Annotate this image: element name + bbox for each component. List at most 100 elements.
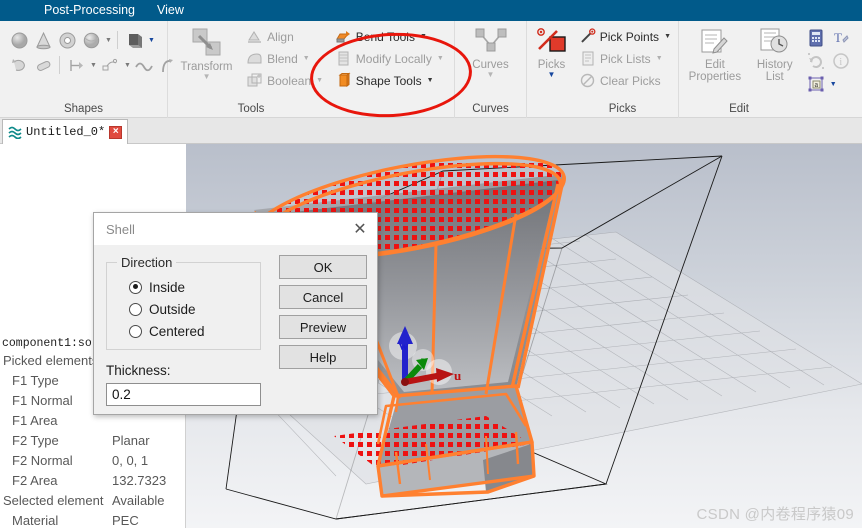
ribbon-group-title-curves: Curves bbox=[472, 103, 509, 115]
history-list-label: History List bbox=[756, 59, 793, 83]
picks-chevron-down-icon[interactable]: ▼ bbox=[548, 71, 556, 79]
radio-option-centered[interactable]: Centered bbox=[117, 320, 260, 342]
rotate-profile-icon[interactable] bbox=[99, 54, 121, 76]
modify-locally-label: Modify Locally bbox=[355, 51, 432, 66]
align-label: Align bbox=[267, 29, 294, 44]
property-value: 132.7323 bbox=[112, 473, 167, 488]
help-button[interactable]: Help bbox=[279, 345, 367, 369]
clear-picks-button[interactable]: Clear Picks bbox=[576, 70, 674, 91]
property-row: F2 Normal 0, 0, 1 bbox=[0, 451, 185, 471]
extrude-profile-chevron-down-icon[interactable]: ▼ bbox=[90, 62, 97, 69]
transform-chevron-down-icon[interactable]: ▼ bbox=[203, 73, 211, 81]
menu-bar: Post-Processing View bbox=[0, 0, 862, 21]
refresh-icon[interactable] bbox=[805, 50, 827, 72]
radio-centered-indicator[interactable] bbox=[129, 324, 142, 338]
dialog-button-column: OK Cancel Preview Help bbox=[279, 255, 367, 375]
blend-chevron-down-icon[interactable]: ▼ bbox=[303, 55, 310, 62]
divider bbox=[116, 31, 118, 49]
radio-option-inside[interactable]: Inside bbox=[117, 276, 260, 298]
cone-icon[interactable] bbox=[32, 29, 54, 51]
property-name: F2 Type bbox=[12, 433, 59, 448]
boolean-button[interactable]: Boolean ▼ bbox=[243, 70, 328, 91]
property-value: PEC bbox=[112, 513, 139, 528]
property-row: F2 Area 132.7323 bbox=[0, 471, 185, 491]
parameter-icon[interactable]: a bbox=[805, 73, 827, 95]
property-row: Material PEC bbox=[0, 511, 185, 528]
transform-icon bbox=[192, 28, 221, 56]
radio-inside-indicator[interactable] bbox=[129, 280, 142, 294]
bend-tools-icon bbox=[335, 31, 350, 43]
picks-button[interactable]: Picks ▼ bbox=[531, 24, 572, 79]
calculator-icon[interactable] bbox=[805, 27, 827, 49]
sphere-icon[interactable] bbox=[8, 29, 30, 51]
history-list-button[interactable]: History List bbox=[747, 24, 803, 83]
extrude-profile-icon[interactable] bbox=[65, 54, 87, 76]
ok-button[interactable]: OK bbox=[279, 255, 367, 279]
curves-icon bbox=[475, 28, 506, 52]
axis-label-v: v bbox=[421, 353, 427, 367]
modify-locally-chevron-down-icon[interactable]: ▼ bbox=[437, 55, 444, 62]
parameter-chevron-down-icon[interactable]: ▼ bbox=[830, 81, 837, 88]
boolean-icon bbox=[247, 73, 262, 87]
close-icon[interactable]: ✕ bbox=[347, 216, 373, 242]
shape-tools-button[interactable]: Shape Tools ▼ bbox=[332, 70, 450, 91]
shapes-row1-chevron-down-icon[interactable]: ▼ bbox=[105, 37, 112, 44]
modify-locally-icon bbox=[338, 51, 349, 66]
transform-button[interactable]: Transform ▼ bbox=[176, 24, 237, 81]
blend-button[interactable]: Blend ▼ bbox=[243, 48, 328, 69]
clear-picks-icon bbox=[580, 73, 595, 88]
ribbon-group-curves: Curves ▼ Curves bbox=[455, 21, 527, 118]
preview-button[interactable]: Preview bbox=[279, 315, 367, 339]
document-tab-bar: Untitled_0* × bbox=[0, 118, 862, 144]
extrude-icon[interactable] bbox=[123, 29, 145, 51]
property-name: F2 Area bbox=[12, 473, 58, 488]
svg-text:a: a bbox=[814, 80, 818, 89]
trace-icon[interactable] bbox=[133, 54, 155, 76]
curves-chevron-down-icon[interactable]: ▼ bbox=[487, 71, 495, 79]
edit-properties-label: Edit Properties bbox=[688, 59, 742, 83]
document-tab-untitled[interactable]: Untitled_0* × bbox=[2, 119, 129, 144]
pick-points-button[interactable]: Pick Points ▼ bbox=[576, 26, 674, 47]
blend-label: Blend bbox=[267, 51, 298, 66]
text-tool-icon[interactable]: T bbox=[830, 27, 852, 49]
direction-group: Direction Inside Outside Centered bbox=[106, 255, 261, 350]
curves-button[interactable]: Curves ▼ bbox=[460, 24, 522, 79]
rotate-shape-icon[interactable] bbox=[8, 54, 30, 76]
pick-lists-button[interactable]: Pick Lists ▼ bbox=[576, 48, 674, 69]
info-icon[interactable]: i bbox=[830, 50, 852, 72]
modify-locally-button[interactable]: Modify Locally ▼ bbox=[332, 48, 450, 69]
align-icon bbox=[248, 31, 262, 43]
radio-inside-label: Inside bbox=[149, 279, 186, 295]
bend-tools-chevron-down-icon[interactable]: ▼ bbox=[420, 33, 427, 40]
close-icon[interactable]: × bbox=[109, 125, 123, 139]
cancel-button[interactable]: Cancel bbox=[279, 285, 367, 309]
shell-dialog: Shell ✕ Direction Inside Outside Centere… bbox=[93, 212, 378, 415]
menu-tab-post-processing[interactable]: Post-Processing bbox=[33, 0, 146, 21]
property-row: F2 Type Planar bbox=[0, 431, 185, 451]
pick-points-chevron-down-icon[interactable]: ▼ bbox=[664, 33, 671, 40]
rotate-profile-chevron-down-icon[interactable]: ▼ bbox=[124, 62, 131, 69]
thickness-input[interactable] bbox=[106, 383, 261, 406]
bend-tools-label: Bend Tools bbox=[355, 29, 415, 44]
thickness-label: Thickness: bbox=[106, 363, 171, 378]
bend-tools-button[interactable]: Bend Tools ▼ bbox=[332, 26, 450, 47]
align-button[interactable]: Align bbox=[243, 26, 328, 47]
shape-tools-icon bbox=[338, 72, 351, 87]
clear-picks-label: Clear Picks bbox=[600, 73, 661, 88]
ellipsoid-icon[interactable] bbox=[80, 29, 102, 51]
shape-tools-label: Shape Tools bbox=[355, 73, 422, 88]
dialog-title-bar[interactable]: Shell ✕ bbox=[94, 213, 377, 245]
edit-properties-button[interactable]: Edit Properties bbox=[683, 24, 747, 83]
boolean-chevron-down-icon[interactable]: ▼ bbox=[316, 77, 323, 84]
radio-outside-indicator[interactable] bbox=[129, 302, 142, 316]
torus-icon[interactable] bbox=[56, 29, 78, 51]
pick-points-label: Pick Points bbox=[599, 29, 660, 44]
pick-lists-chevron-down-icon[interactable]: ▼ bbox=[656, 55, 663, 62]
pick-points-icon bbox=[581, 28, 596, 43]
menu-tab-view[interactable]: View bbox=[146, 0, 195, 21]
extrude-chevron-down-icon[interactable]: ▼ bbox=[148, 37, 155, 44]
capsule-icon[interactable] bbox=[32, 54, 54, 76]
shape-tools-chevron-down-icon[interactable]: ▼ bbox=[427, 77, 434, 84]
radio-option-outside[interactable]: Outside bbox=[117, 298, 260, 320]
direction-legend: Direction bbox=[121, 255, 173, 270]
